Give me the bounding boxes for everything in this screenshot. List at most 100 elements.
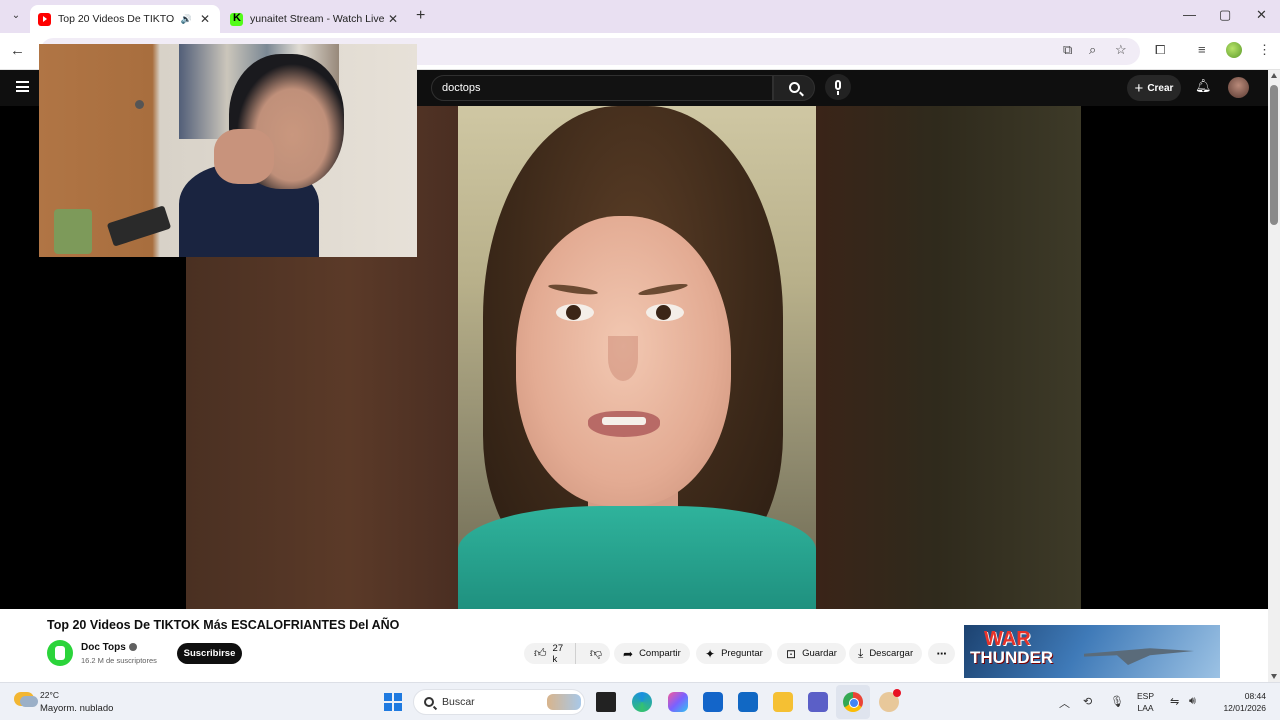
video-title: Top 20 Videos De TIKTOK Más ESCALOFRIANT… bbox=[47, 618, 400, 632]
bookmark-star-icon[interactable]: ☆ bbox=[1115, 42, 1127, 58]
left-eye bbox=[556, 304, 594, 321]
left-brow bbox=[547, 282, 599, 297]
channel-name-text[interactable]: Doc Tops bbox=[81, 642, 126, 653]
phone bbox=[106, 205, 172, 247]
keyboard-layout: LAA bbox=[1137, 703, 1154, 713]
browser-menu-icon[interactable]: ⋮ bbox=[1258, 42, 1271, 58]
right-eye bbox=[646, 304, 684, 321]
like-dislike-group: 👍︎ 27 k 👎︎ bbox=[524, 642, 610, 665]
audio-playing-icon[interactable]: 🔊 bbox=[181, 14, 192, 25]
search-icon bbox=[789, 82, 800, 93]
subscribe-button[interactable]: Suscribirse bbox=[177, 643, 242, 664]
file-explorer-icon[interactable] bbox=[773, 692, 793, 712]
tab-kick[interactable]: yunaitet Stream - Watch Live on ✕ bbox=[222, 5, 408, 33]
install-app-icon[interactable]: ⧉ bbox=[1063, 42, 1072, 58]
download-icon: ⤓ bbox=[858, 646, 864, 660]
menu-hamburger-icon[interactable] bbox=[16, 81, 29, 92]
windows-taskbar: 22°C Mayorm. nublado Buscar ︿ ⟲ 🎙︎ ESP L… bbox=[0, 682, 1280, 720]
taskbar-search[interactable]: Buscar bbox=[413, 689, 585, 715]
download-label: Descargar bbox=[869, 648, 914, 659]
scroll-thumb[interactable] bbox=[1270, 85, 1278, 225]
tab-youtube[interactable]: Top 20 Videos De TIKTOK M 🔊 ✕ bbox=[30, 5, 220, 33]
close-window-icon[interactable]: ✕ bbox=[1256, 7, 1267, 23]
download-button[interactable]: ⤓ Descargar bbox=[849, 643, 923, 664]
ad-logo-line1: WAR bbox=[984, 628, 1031, 650]
more-actions-icon[interactable]: ··· bbox=[928, 643, 955, 664]
back-arrow-icon[interactable]: ← bbox=[10, 42, 25, 59]
copilot-icon[interactable] bbox=[668, 692, 688, 712]
volume-icon[interactable]: 🔊︎ bbox=[1189, 695, 1196, 708]
thumbs-down-icon: 👎︎ bbox=[589, 646, 602, 660]
channel-avatar[interactable] bbox=[47, 640, 73, 666]
mug bbox=[54, 209, 92, 254]
microphone-stand bbox=[837, 91, 839, 95]
network-icon[interactable]: ⇋ bbox=[1170, 695, 1179, 708]
profile-avatar-icon[interactable] bbox=[1226, 42, 1242, 58]
save-button[interactable]: ⊡ Guardar bbox=[777, 643, 846, 664]
minimize-icon[interactable]: — bbox=[1183, 7, 1196, 22]
scroll-down-arrow-icon[interactable] bbox=[1271, 674, 1277, 679]
search-input[interactable]: doctops bbox=[431, 75, 773, 101]
door-knob bbox=[135, 100, 144, 109]
create-label: Crear bbox=[1147, 82, 1174, 94]
microphone-tray-icon[interactable]: 🎙︎ bbox=[1110, 695, 1124, 708]
windows-start-icon[interactable] bbox=[384, 693, 402, 711]
tab-title: Top 20 Videos De TIKTOK M bbox=[58, 13, 175, 25]
search-button[interactable] bbox=[773, 75, 815, 101]
ask-label: Preguntar bbox=[721, 648, 763, 659]
close-tab-icon[interactable]: ✕ bbox=[198, 12, 212, 26]
outlook-icon[interactable] bbox=[738, 692, 758, 712]
close-tab-icon[interactable]: ✕ bbox=[386, 12, 400, 26]
task-view-icon[interactable] bbox=[596, 692, 616, 712]
browser-tabstrip: ⌄ Top 20 Videos De TIKTOK M 🔊 ✕ yunaitet… bbox=[0, 0, 1280, 33]
like-button[interactable]: 👍︎ 27 k bbox=[524, 642, 576, 665]
verified-badge-icon bbox=[128, 643, 137, 652]
subscriber-count: 16.2 M de suscriptores bbox=[81, 656, 157, 665]
thumbs-up-icon: 👍︎ bbox=[534, 646, 547, 660]
dislike-button[interactable]: 👎︎ bbox=[582, 646, 610, 661]
store-icon[interactable] bbox=[703, 692, 723, 712]
share-label: Compartir bbox=[639, 648, 681, 659]
share-button[interactable]: ➦ Compartir bbox=[614, 643, 690, 664]
plus-icon: + bbox=[1134, 79, 1144, 97]
tab-title: yunaitet Stream - Watch Live on bbox=[250, 13, 386, 25]
ad-logo: WAR THUNDER bbox=[970, 629, 1053, 666]
right-brow bbox=[637, 281, 689, 298]
ask-button[interactable]: ✦ Preguntar bbox=[696, 643, 772, 664]
input-language[interactable]: ESP LAA bbox=[1137, 690, 1154, 714]
tab-search-chevron-icon[interactable]: ⌄ bbox=[8, 8, 24, 24]
search-icon bbox=[424, 697, 434, 707]
notifications-bell-icon[interactable]: 🔔︎ bbox=[1195, 79, 1212, 93]
edge-icon[interactable] bbox=[632, 692, 652, 712]
microphone-icon bbox=[835, 80, 841, 90]
chrome-icon[interactable] bbox=[843, 692, 863, 712]
weather-cloud-icon[interactable] bbox=[14, 692, 38, 707]
show-hidden-icons-chevron-icon[interactable]: ︿ bbox=[1059, 695, 1070, 711]
save-label: Guardar bbox=[802, 648, 837, 659]
weather-temperature[interactable]: 22°C bbox=[40, 690, 59, 700]
account-avatar[interactable] bbox=[1228, 77, 1249, 98]
media-control-icon[interactable]: ≡ bbox=[1198, 42, 1206, 57]
system-clock[interactable]: 08:44 12/01/2026 bbox=[1212, 690, 1266, 714]
extensions-icon[interactable]: ⧠ bbox=[1155, 42, 1165, 58]
page-scrollbar[interactable] bbox=[1268, 70, 1280, 682]
like-count: 27 k bbox=[552, 642, 564, 665]
notification-badge bbox=[893, 689, 901, 697]
zoom-icon[interactable]: ⌕ bbox=[1089, 42, 1096, 58]
channel-name[interactable]: Doc Tops bbox=[81, 642, 137, 653]
video-blurred-right bbox=[816, 106, 1081, 609]
voice-search-button[interactable] bbox=[825, 74, 851, 100]
sync-icon[interactable]: ⟲ bbox=[1083, 695, 1092, 708]
teams-icon[interactable] bbox=[808, 692, 828, 712]
weather-description[interactable]: Mayorm. nublado bbox=[40, 703, 113, 714]
maximize-icon[interactable]: ▢ bbox=[1219, 7, 1231, 23]
kick-favicon-icon bbox=[230, 12, 243, 26]
video-info: Top 20 Videos De TIKTOK Más ESCALOFRIANT… bbox=[0, 609, 1268, 682]
scroll-up-arrow-icon[interactable] bbox=[1271, 73, 1277, 78]
clock-time: 08:44 bbox=[1244, 691, 1266, 701]
new-tab-plus-icon[interactable]: + bbox=[416, 7, 425, 25]
video-frame bbox=[458, 106, 816, 609]
create-button[interactable]: + Crear bbox=[1127, 75, 1181, 101]
ad-banner[interactable]: WAR THUNDER bbox=[964, 625, 1220, 678]
jet-image bbox=[1084, 648, 1194, 665]
